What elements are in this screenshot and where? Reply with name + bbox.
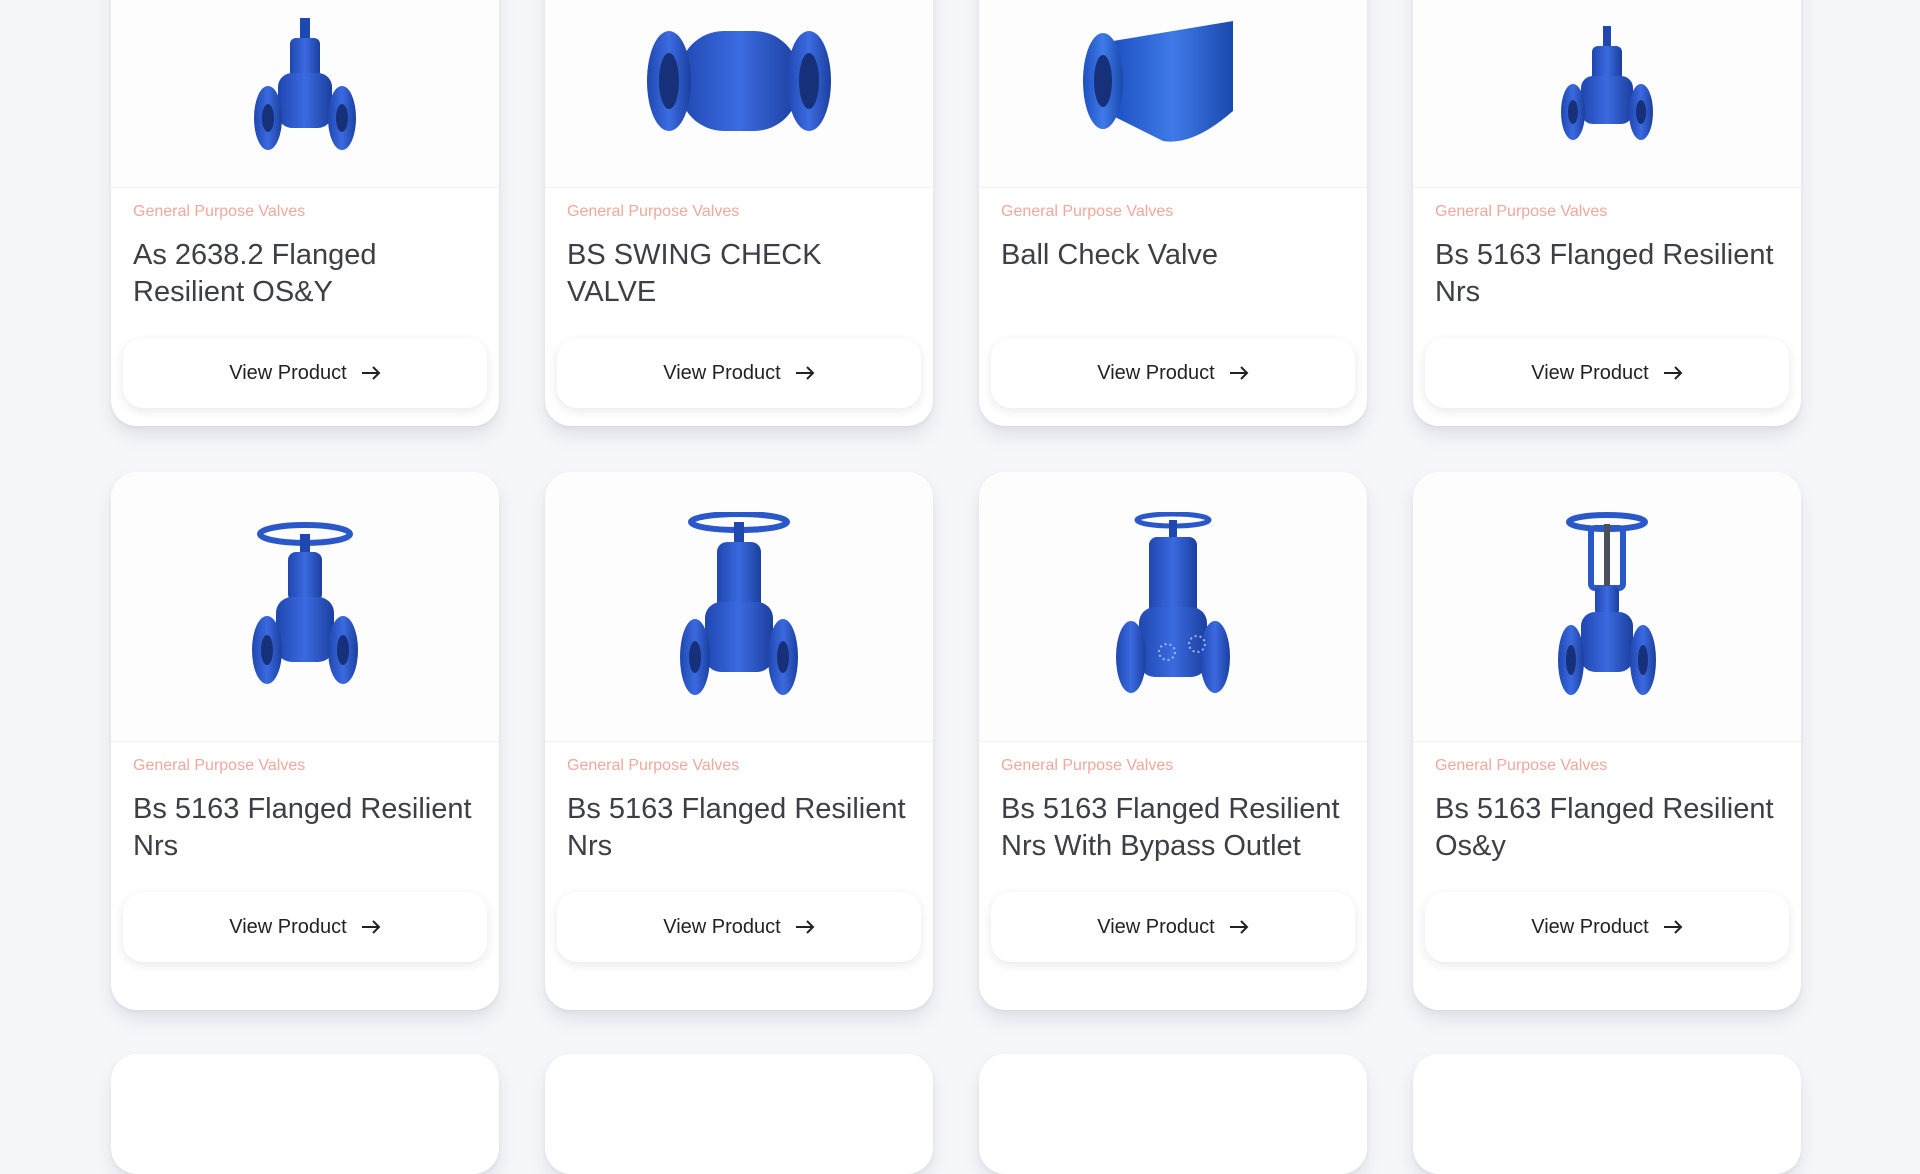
view-product-button[interactable]: View Product (1425, 892, 1789, 962)
view-product-label: View Product (229, 915, 347, 938)
product-card[interactable]: General Purpose Valves Bs 5163 Flanged R… (1413, 0, 1801, 426)
view-product-label: View Product (229, 361, 347, 384)
product-card[interactable]: General Purpose Valves Bs 5163 Flanged R… (979, 472, 1367, 1010)
product-category: General Purpose Valves (1435, 757, 1608, 774)
arrow-right-icon (795, 366, 815, 380)
arrow-right-icon (1663, 366, 1683, 380)
view-product-label: View Product (663, 915, 781, 938)
product-category: General Purpose Valves (133, 203, 306, 220)
product-category: General Purpose Valves (133, 757, 306, 774)
view-product-label: View Product (1097, 361, 1215, 384)
product-grid: General Purpose Valves As 2638.2 Flanged… (0, 0, 1920, 1174)
product-card[interactable]: General Purpose Valves Bs 5163 Flanged R… (1413, 472, 1801, 1010)
product-image[interactable] (111, 472, 499, 742)
product-card[interactable] (545, 1054, 933, 1174)
product-card[interactable]: General Purpose Valves BS SWING CHECK VA… (545, 0, 933, 426)
gate-valve-icon (1557, 25, 1657, 146)
product-title[interactable]: Bs 5163 Flanged Resilient Os&y (1435, 791, 1785, 865)
product-title[interactable]: Bs 5163 Flanged Resilient Nrs (133, 791, 483, 865)
bypass-gate-valve-icon (1113, 511, 1233, 702)
product-card[interactable]: General Purpose Valves As 2638.2 Flanged… (111, 0, 499, 426)
arrow-right-icon (361, 366, 381, 380)
view-product-button[interactable]: View Product (1425, 338, 1789, 408)
view-product-label: View Product (663, 361, 781, 384)
ball-check-valve-icon (1073, 20, 1273, 151)
swing-check-valve-icon (639, 21, 839, 151)
view-product-button[interactable]: View Product (991, 338, 1355, 408)
view-product-button[interactable]: View Product (991, 892, 1355, 962)
product-category: General Purpose Valves (567, 757, 740, 774)
product-card[interactable] (111, 1054, 499, 1174)
product-title[interactable]: Ball Check Valve (1001, 237, 1351, 274)
view-product-label: View Product (1531, 915, 1649, 938)
view-product-button[interactable]: View Product (557, 892, 921, 962)
arrow-right-icon (1663, 920, 1683, 934)
arrow-right-icon (361, 920, 381, 934)
product-category: General Purpose Valves (567, 203, 740, 220)
product-image[interactable] (1413, 0, 1801, 188)
product-image[interactable] (111, 0, 499, 188)
view-product-button[interactable]: View Product (123, 338, 487, 408)
product-title[interactable]: As 2638.2 Flanged Resilient OS&Y (133, 237, 483, 311)
view-product-label: View Product (1097, 915, 1215, 938)
product-image[interactable] (545, 472, 933, 742)
arrow-right-icon (1229, 920, 1249, 934)
product-title[interactable]: Bs 5163 Flanged Resilient Nrs (567, 791, 917, 865)
product-card[interactable]: General Purpose Valves Bs 5163 Flanged R… (545, 472, 933, 1010)
product-title[interactable]: Bs 5163 Flanged Resilient Nrs (1435, 237, 1785, 311)
arrow-right-icon (1229, 366, 1249, 380)
product-image[interactable] (1413, 472, 1801, 742)
gate-valve-icon (250, 17, 360, 158)
rising-stem-gate-valve-icon (1557, 511, 1657, 702)
product-title[interactable]: Bs 5163 Flanged Resilient Nrs With Bypas… (1001, 791, 1351, 865)
product-category: General Purpose Valves (1001, 203, 1174, 220)
product-title[interactable]: BS SWING CHECK VALVE (567, 237, 917, 311)
product-image[interactable] (979, 472, 1367, 742)
view-product-button[interactable]: View Product (123, 892, 487, 962)
gate-valve-icon (679, 511, 799, 702)
product-category: General Purpose Valves (1435, 203, 1608, 220)
product-card[interactable] (1413, 1054, 1801, 1174)
arrow-right-icon (795, 920, 815, 934)
product-image[interactable] (545, 0, 933, 188)
gate-valve-icon (250, 521, 360, 692)
product-card[interactable] (979, 1054, 1367, 1174)
product-image[interactable] (979, 0, 1367, 188)
product-category: General Purpose Valves (1001, 757, 1174, 774)
product-card[interactable]: General Purpose Valves Bs 5163 Flanged R… (111, 472, 499, 1010)
view-product-label: View Product (1531, 361, 1649, 384)
product-card[interactable]: General Purpose Valves Ball Check Valve … (979, 0, 1367, 426)
view-product-button[interactable]: View Product (557, 338, 921, 408)
